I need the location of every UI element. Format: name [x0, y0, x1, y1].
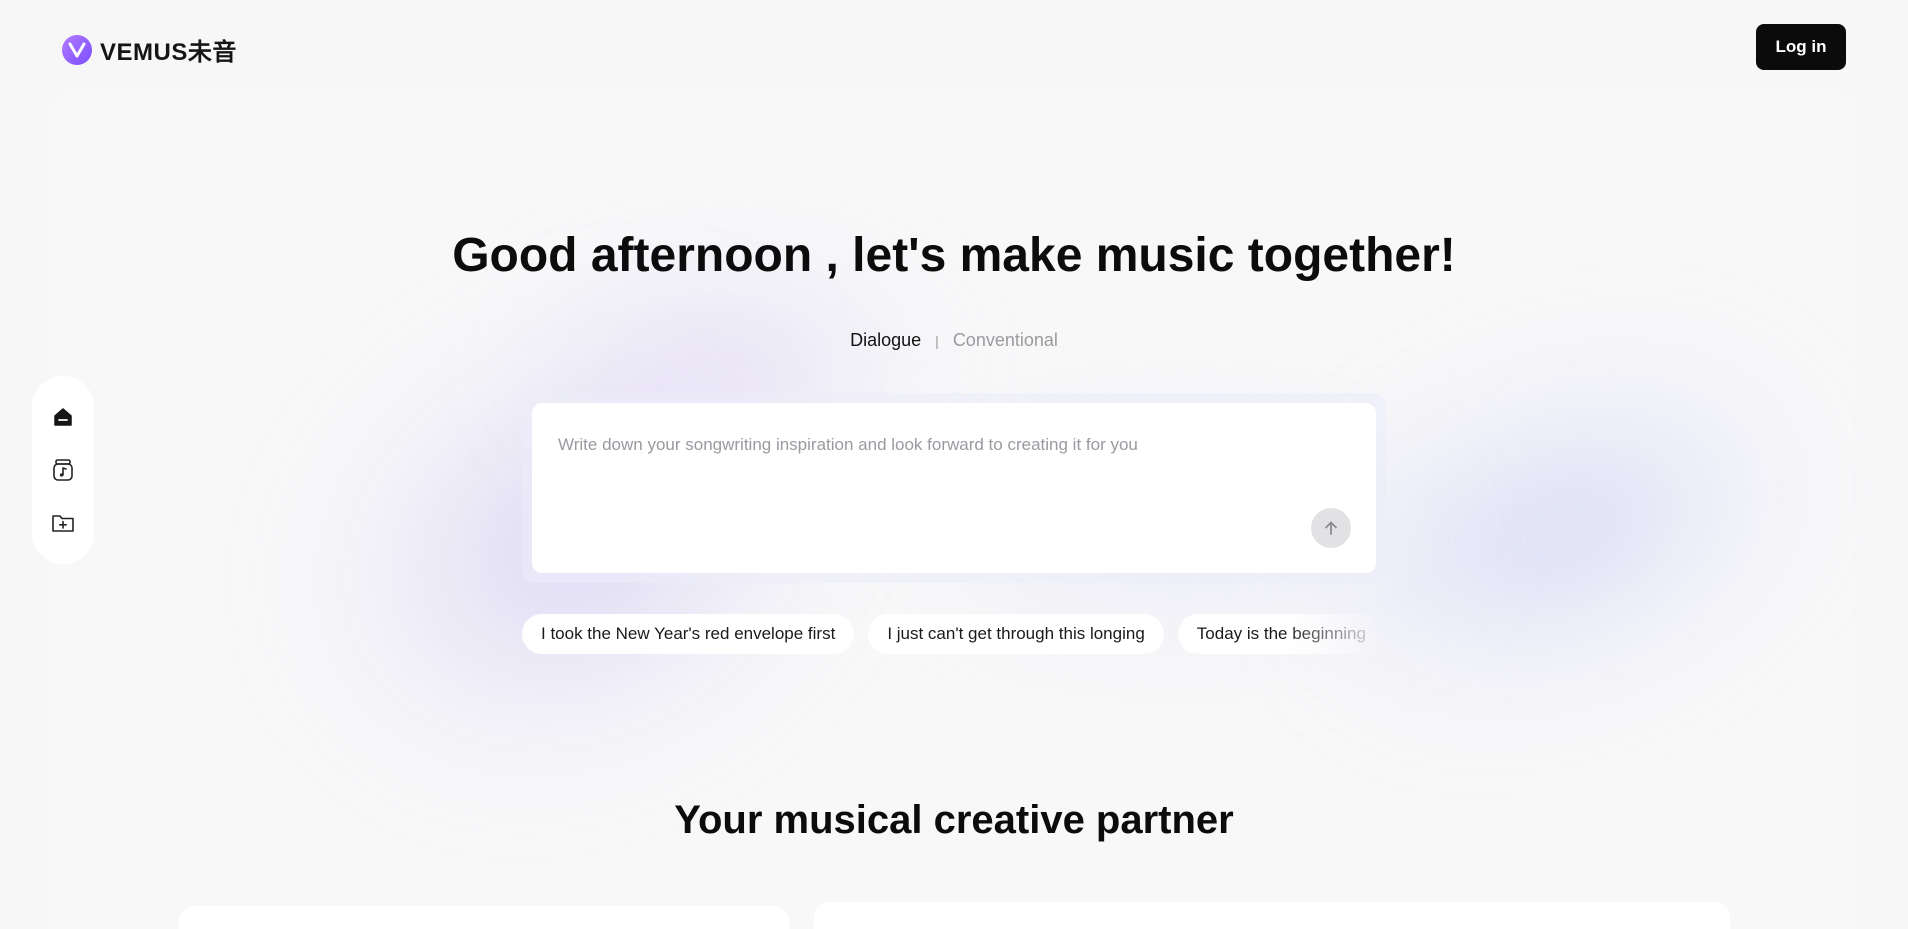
side-nav — [32, 376, 94, 564]
mode-divider: | — [935, 332, 939, 349]
section-title: Your musical creative partner — [674, 798, 1234, 842]
home-icon — [54, 407, 72, 426]
logo-text: VEMUS未音 — [100, 39, 237, 66]
tab-conventional[interactable]: Conventional — [953, 330, 1058, 351]
suggestion-chip[interactable]: I took the New Year's red envelope first — [522, 614, 855, 654]
arrow-up-icon — [1325, 521, 1337, 535]
logo-icon — [62, 34, 92, 65]
page: VEMUS未音 Log in Good afternoon , let's ma… — [0, 0, 1908, 929]
top-header: VEMUS未音 Log in — [0, 0, 1908, 96]
tab-dialogue[interactable]: Dialogue — [850, 330, 921, 351]
prompt-box — [522, 393, 1386, 583]
send-button[interactable] — [1311, 508, 1351, 548]
music-jar-icon — [53, 459, 73, 481]
prompt-box-inner — [532, 403, 1376, 573]
suggestion-chip[interactable]: I just can't get through this longing — [868, 614, 1164, 654]
brand-logo[interactable]: VEMUS未音 — [62, 32, 237, 67]
folder-add-icon — [52, 515, 74, 533]
sidebar-item-new-folder[interactable] — [43, 503, 83, 543]
suggestion-chips: I took the New Year's red envelope first… — [522, 614, 1386, 654]
suggestion-chip[interactable]: Today is the beginning — [1177, 614, 1385, 654]
feature-card[interactable] — [179, 906, 789, 929]
inspiration-input[interactable] — [556, 433, 1336, 513]
mode-switch: Dialogue | Conventional — [0, 330, 1908, 351]
sidebar-item-home[interactable] — [43, 397, 83, 437]
login-button[interactable]: Log in — [1756, 24, 1846, 70]
sidebar-item-library[interactable] — [43, 450, 83, 490]
feature-card[interactable] — [814, 902, 1730, 929]
hero-title: Good afternoon , let's make music togeth… — [452, 229, 1456, 282]
